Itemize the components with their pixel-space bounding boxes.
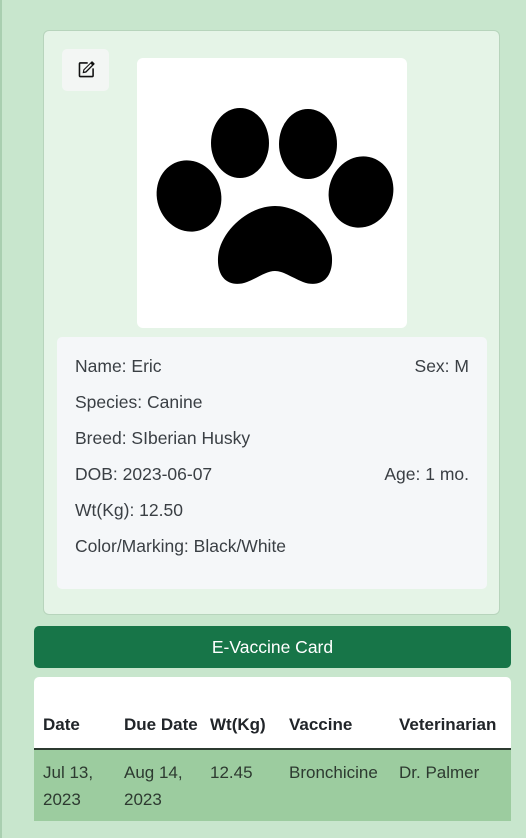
pet-breed: Breed: SIberian Husky xyxy=(75,428,251,448)
pet-species: Species: Canine xyxy=(75,392,203,412)
pet-color-marking: Color/Marking: Black/White xyxy=(75,536,287,556)
column-header-date: Date xyxy=(34,677,115,750)
edit-profile-button[interactable] xyxy=(62,49,109,91)
detail-row-species: Species: Canine xyxy=(75,390,469,426)
pet-age: Age: 1 mo. xyxy=(384,464,469,484)
paw-print-icon xyxy=(156,108,394,284)
table-row: Jul 13, 2023 Aug 14, 2023 12.45 Bronchic… xyxy=(34,749,511,821)
column-header-due-date: Due Date xyxy=(115,677,201,750)
detail-row-color: Color/Marking: Black/White xyxy=(75,534,469,570)
pet-profile-card: Name: Eric Sex: M Species: Canine Breed:… xyxy=(43,30,500,615)
e-vaccine-card-title: E-Vaccine Card xyxy=(34,626,511,668)
pet-details: Name: Eric Sex: M Species: Canine Breed:… xyxy=(57,337,487,589)
detail-row-dob-age: DOB: 2023-06-07 Age: 1 mo. xyxy=(75,462,469,498)
column-header-vaccine: Vaccine xyxy=(280,677,390,750)
cell-date: Jul 13, 2023 xyxy=(43,763,94,809)
vaccine-table-header: Date Due Date Wt(Kg) Vaccine Veterinaria… xyxy=(34,677,511,750)
detail-row-weight: Wt(Kg): 12.50 xyxy=(75,498,469,534)
pet-weight: Wt(Kg): 12.50 xyxy=(75,500,183,520)
cell-weight: 12.45 xyxy=(210,763,253,782)
detail-row-breed: Breed: SIberian Husky xyxy=(75,426,469,462)
page-left-border xyxy=(0,0,2,838)
detail-row-name-sex: Name: Eric Sex: M xyxy=(75,354,469,390)
pet-sex: Sex: M xyxy=(414,356,469,376)
vaccine-table: Date Due Date Wt(Kg) Vaccine Veterinaria… xyxy=(34,677,511,821)
column-header-veterinarian: Veterinarian xyxy=(390,677,511,750)
pet-name: Name: Eric xyxy=(75,356,162,376)
pet-dob: DOB: 2023-06-07 xyxy=(75,464,213,484)
pet-photo xyxy=(137,58,407,328)
cell-due-date: Aug 14, 2023 xyxy=(124,763,183,809)
cell-vaccine: Bronchicine xyxy=(289,763,378,782)
vaccine-table-container: Date Due Date Wt(Kg) Vaccine Veterinaria… xyxy=(34,677,511,821)
edit-icon xyxy=(78,61,95,78)
column-header-weight: Wt(Kg) xyxy=(201,677,280,750)
cell-veterinarian: Dr. Palmer xyxy=(399,763,480,782)
